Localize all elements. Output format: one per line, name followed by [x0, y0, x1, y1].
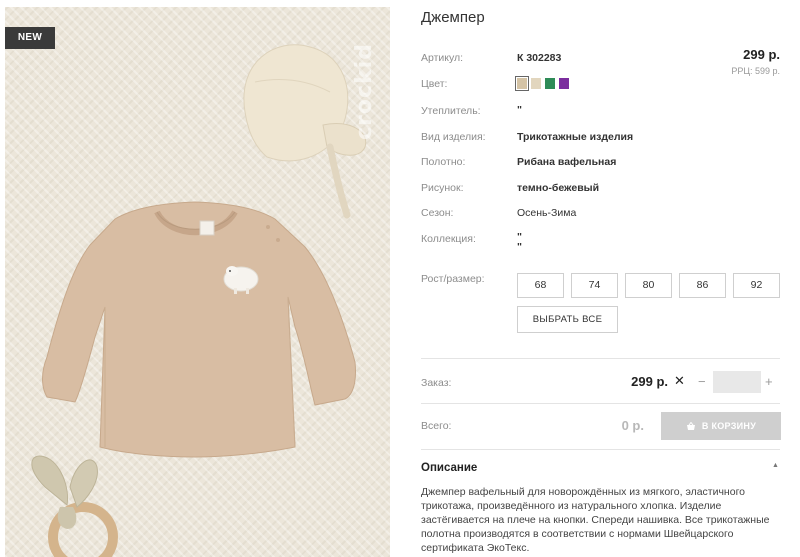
size-label: Рост/размер: — [421, 273, 485, 285]
pattern-value: темно-бежевый — [517, 182, 600, 194]
size-options: 68 74 80 86 92 — [517, 273, 780, 298]
color-swatch[interactable] — [545, 78, 555, 89]
product-price: 299 р. — [743, 47, 780, 62]
color-swatch[interactable] — [559, 78, 569, 89]
product-illustration — [31, 44, 367, 557]
season-label: Сезон: — [421, 207, 454, 219]
product-type-label: Вид изделия: — [421, 131, 486, 143]
size-option-74[interactable]: 74 — [571, 273, 618, 298]
basket-icon — [686, 421, 695, 430]
divider — [421, 403, 780, 404]
color-swatches — [515, 76, 569, 91]
add-to-cart-label: В КОРЗИНУ — [701, 421, 757, 431]
hat-illustration — [243, 44, 367, 219]
order-label: Заказ: — [421, 377, 452, 389]
size-option-86[interactable]: 86 — [679, 273, 726, 298]
multiply-icon: ✕ — [674, 373, 685, 388]
insulation-value: " — [517, 104, 522, 116]
teether-illustration — [31, 455, 118, 557]
divider — [421, 449, 780, 450]
recommended-retail-price: РРЦ: 599 р. — [731, 66, 780, 76]
select-all-button[interactable]: ВЫБРАТЬ ВСЕ — [517, 306, 618, 333]
description-text: Джемпер вафельный для новорождённых из м… — [421, 486, 770, 554]
product-title: Джемпер — [421, 9, 485, 26]
collection-value-2: " — [517, 241, 522, 253]
description-title[interactable]: Описание — [421, 462, 477, 474]
add-to-cart-button[interactable]: В КОРЗИНУ — [661, 412, 781, 440]
pattern-label: Рисунок: — [421, 182, 464, 194]
collapse-chevron-icon[interactable]: ▲ — [772, 462, 779, 469]
article-value: К 302283 — [517, 52, 562, 64]
product-photo[interactable]: NEW crockid — [5, 7, 390, 557]
total-value: 0 р. — [621, 418, 644, 433]
size-option-92[interactable]: 92 — [733, 273, 780, 298]
sweater-illustration — [42, 201, 356, 458]
size-option-80[interactable]: 80 — [625, 273, 672, 298]
fabric-label: Полотно: — [421, 156, 466, 168]
color-swatch[interactable] — [531, 78, 541, 89]
size-option-68[interactable]: 68 — [517, 273, 564, 298]
quantity-increase-button[interactable]: + — [765, 374, 773, 389]
season-value: Осень-Зима — [517, 207, 577, 219]
brand-watermark: crockid — [352, 43, 377, 141]
insulation-label: Утеплитель: — [421, 105, 481, 117]
total-label: Всего: — [421, 420, 452, 432]
quantity-input[interactable] — [713, 371, 761, 393]
color-label: Цвет: — [421, 78, 448, 90]
divider — [421, 358, 780, 359]
new-badge: NEW — [5, 27, 55, 49]
product-type-value: Трикотажные изделия — [517, 131, 634, 143]
order-price: 299 р. — [631, 374, 668, 389]
color-swatch[interactable] — [515, 76, 529, 91]
collection-label: Коллекция: — [421, 233, 476, 245]
fabric-value: Рибана вафельная — [517, 156, 617, 168]
article-label: Артикул: — [421, 52, 464, 64]
quantity-decrease-button[interactable]: − — [698, 374, 706, 389]
